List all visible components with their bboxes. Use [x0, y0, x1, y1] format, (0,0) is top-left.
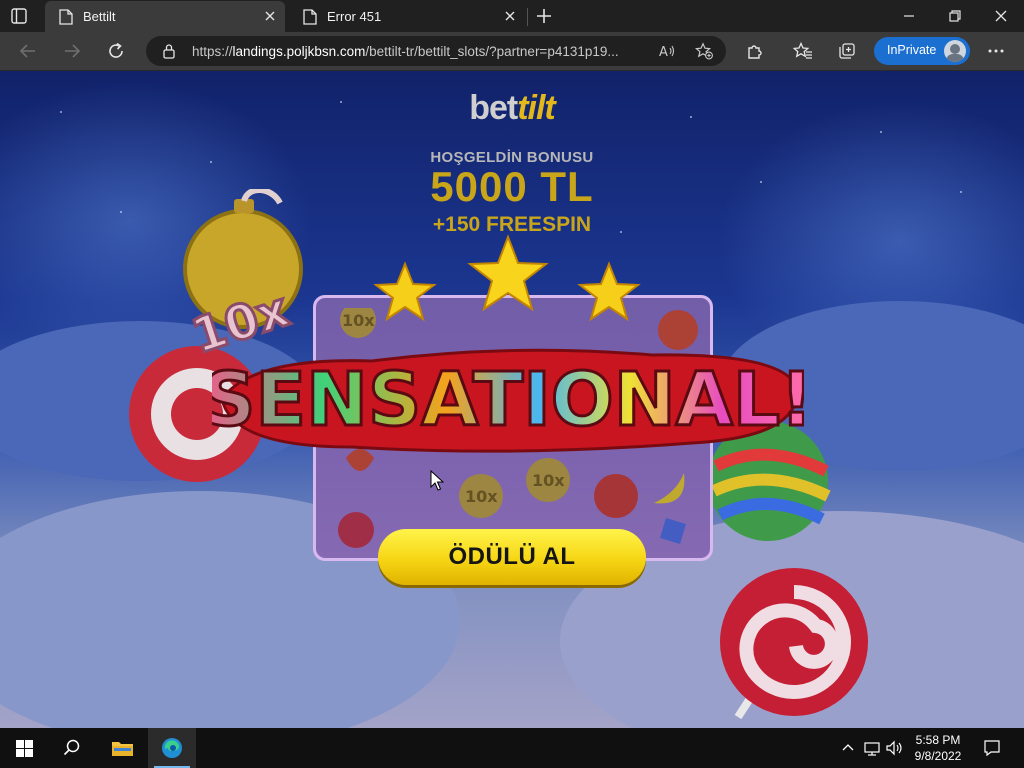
close-window-icon[interactable]: [991, 6, 1011, 26]
star-left: [373, 261, 437, 322]
page-icon: [59, 9, 73, 25]
web-page: bettilt HOŞGELDİN BONUSU 5000 TL +150 FR…: [0, 71, 1024, 728]
avatar: [944, 40, 966, 62]
edge-button[interactable]: [148, 728, 196, 768]
star-center: [467, 234, 549, 312]
chevron-up-icon[interactable]: [838, 738, 858, 758]
read-aloud-icon[interactable]: A: [658, 42, 676, 60]
edge-icon: [162, 738, 182, 758]
notification-icon[interactable]: [982, 738, 1002, 758]
restore-icon[interactable]: [945, 6, 965, 26]
back-arrow-icon[interactable]: [18, 41, 38, 61]
search-icon: [63, 739, 80, 756]
close-icon[interactable]: [263, 9, 277, 23]
tab-error-451[interactable]: Error 451: [289, 1, 525, 32]
more-icon[interactable]: [986, 41, 1006, 61]
bonus-amount: 5000 TL: [430, 163, 594, 210]
network-icon[interactable]: [862, 738, 882, 758]
close-icon[interactable]: [503, 9, 517, 23]
svg-text:A: A: [659, 45, 668, 60]
search-button[interactable]: [48, 728, 96, 768]
star-right: [577, 261, 641, 322]
inprivate-badge[interactable]: InPrivate: [874, 37, 970, 65]
tab-actions-icon[interactable]: [10, 7, 28, 25]
tab-title: Error 451: [327, 9, 382, 24]
forward-arrow-icon[interactable]: [62, 41, 82, 61]
windows-taskbar: 5:58 PM 9/8/2022: [0, 728, 1024, 768]
new-tab-icon[interactable]: [533, 5, 555, 27]
refresh-icon[interactable]: [106, 41, 126, 61]
swirl-lollipop: [720, 568, 868, 720]
brand-logo: bettilt: [469, 89, 556, 127]
windows-logo-icon: [16, 740, 33, 757]
file-explorer-button[interactable]: [98, 728, 146, 768]
puzzle-icon[interactable]: [745, 41, 765, 61]
start-button[interactable]: [0, 728, 48, 768]
favorites-icon[interactable]: [793, 41, 813, 61]
tab-title: Bettilt: [83, 9, 116, 24]
system-clock[interactable]: 5:58 PM 9/8/2022: [905, 732, 971, 764]
tab-bettilt[interactable]: Bettilt: [45, 1, 285, 32]
folder-icon: [112, 742, 133, 756]
url-text: https://landings.poljkbsn.com/bettilt-tr…: [192, 44, 619, 59]
volume-icon[interactable]: [884, 738, 904, 758]
browser-toolbar: https://landings.poljkbsn.com/bettilt-tr…: [0, 32, 1024, 71]
claim-reward-button[interactable]: ÖDÜLÜ AL: [378, 529, 646, 585]
inprivate-label: InPrivate: [887, 43, 937, 57]
minimize-icon[interactable]: [899, 6, 919, 26]
tab-separator: [527, 8, 528, 26]
mouse-cursor-icon: [430, 470, 444, 491]
sensational-banner: SENSATIONAL!: [212, 348, 804, 453]
add-favorite-icon[interactable]: [695, 42, 713, 60]
collections-icon[interactable]: [837, 41, 857, 61]
banner-text: SENSATIONAL!: [212, 357, 804, 443]
address-bar[interactable]: https://landings.poljkbsn.com/bettilt-tr…: [146, 36, 726, 66]
tab-strip: Bettilt Error 451: [0, 0, 1024, 32]
clock-time: 5:58 PM: [915, 733, 961, 747]
page-icon: [303, 9, 317, 25]
clock-date: 9/8/2022: [914, 749, 962, 763]
lock-icon[interactable]: [162, 43, 176, 59]
